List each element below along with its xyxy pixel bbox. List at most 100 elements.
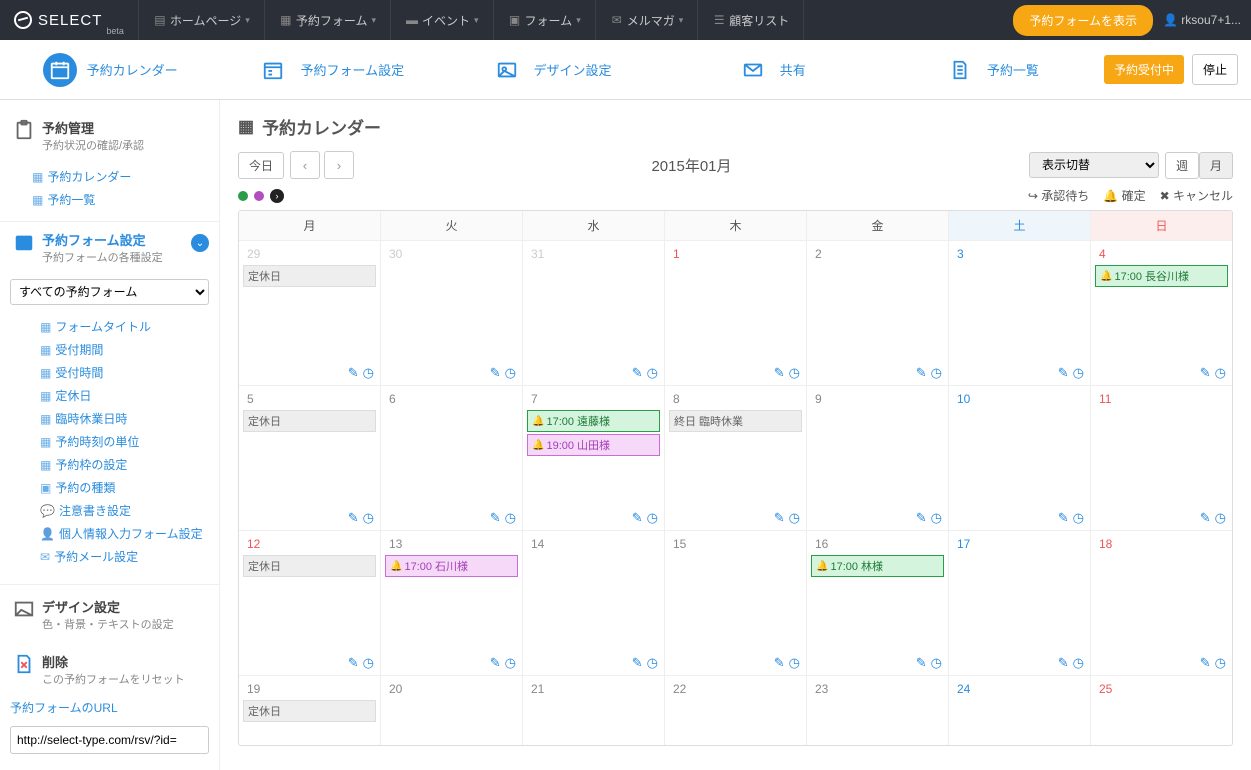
cal-cell[interactable]: 6✎◷ — [381, 385, 523, 530]
week-button[interactable]: 週 — [1165, 152, 1199, 179]
view-select[interactable]: 表示切替 — [1029, 152, 1159, 178]
edit-icon[interactable]: ✎ — [1058, 365, 1069, 381]
clock-icon[interactable]: ◷ — [1073, 510, 1084, 526]
clock-icon[interactable]: ◷ — [931, 365, 942, 381]
clock-icon[interactable]: ◷ — [1215, 655, 1226, 671]
cal-cell[interactable]: 22 — [665, 675, 807, 745]
sidebar-link-calendar[interactable]: ▦予約カレンダー — [32, 165, 207, 188]
edit-icon[interactable]: ✎ — [774, 655, 785, 671]
cal-cell[interactable]: 23 — [807, 675, 949, 745]
clock-icon[interactable]: ◷ — [1073, 655, 1084, 671]
next-button[interactable]: › — [324, 151, 354, 179]
subnav-design[interactable]: デザイン設定 — [440, 40, 660, 99]
event[interactable]: 🔔19:00 山田様 — [527, 434, 660, 456]
nav-mailmag[interactable]: ✉メルマガ▾ — [596, 0, 699, 40]
cal-cell[interactable]: 20 — [381, 675, 523, 745]
subnav-calendar[interactable]: 予約カレンダー — [0, 40, 220, 99]
clock-icon[interactable]: ◷ — [1215, 365, 1226, 381]
edit-icon[interactable]: ✎ — [916, 655, 927, 671]
sidebar-link-mail[interactable]: ✉予約メール設定 — [40, 545, 207, 568]
cal-cell[interactable]: 21 — [523, 675, 665, 745]
collapse-icon[interactable]: ⌄ — [191, 234, 209, 252]
cal-cell[interactable]: 3✎◷ — [949, 240, 1091, 385]
clock-icon[interactable]: ◷ — [931, 655, 942, 671]
cal-cell[interactable]: 25 — [1091, 675, 1232, 745]
edit-icon[interactable]: ✎ — [348, 655, 359, 671]
edit-icon[interactable]: ✎ — [1200, 365, 1211, 381]
prev-button[interactable]: ‹ — [290, 151, 320, 179]
cal-cell[interactable]: 7 🔔17:00 遠藤様 🔔19:00 山田様 ✎◷ — [523, 385, 665, 530]
logo[interactable]: SELECT beta — [0, 0, 139, 40]
stop-button[interactable]: 停止 — [1192, 54, 1238, 85]
sidebar-link-tempclosed[interactable]: ▦臨時休業日時 — [40, 407, 207, 430]
clock-icon[interactable]: ◷ — [647, 510, 658, 526]
sidebar-design[interactable]: デザイン設定 色・背景・テキストの設定 — [0, 584, 219, 640]
event[interactable]: 🔔17:00 石川様 — [385, 555, 518, 577]
show-form-button[interactable]: 予約フォームを表示 — [1013, 5, 1153, 36]
cal-cell[interactable]: 11✎◷ — [1091, 385, 1232, 530]
edit-icon[interactable]: ✎ — [348, 510, 359, 526]
nav-home[interactable]: ▤ホームページ▾ — [139, 0, 265, 40]
nav-forms[interactable]: ▣フォーム▾ — [494, 0, 596, 40]
sidebar-link-time[interactable]: ▦受付時間 — [40, 361, 207, 384]
nav-event[interactable]: ▬イベント▾ — [391, 0, 494, 40]
cal-cell[interactable]: 10✎◷ — [949, 385, 1091, 530]
clock-icon[interactable]: ◷ — [1215, 510, 1226, 526]
event[interactable]: 🔔17:00 長谷川様 — [1095, 265, 1228, 287]
sidebar-link-period[interactable]: ▦受付期間 — [40, 338, 207, 361]
cal-cell[interactable]: 17✎◷ — [949, 530, 1091, 675]
cal-cell[interactable]: 15✎◷ — [665, 530, 807, 675]
subnav-form-settings[interactable]: 予約フォーム設定 — [220, 40, 440, 99]
form-select[interactable]: すべての予約フォーム — [10, 279, 209, 305]
clock-icon[interactable]: ◷ — [363, 365, 374, 381]
edit-icon[interactable]: ✎ — [1058, 655, 1069, 671]
sidebar-link-type[interactable]: ▣予約の種類 — [40, 476, 207, 499]
edit-icon[interactable]: ✎ — [774, 510, 785, 526]
legend-pending[interactable]: ↪ 承認待ち — [1028, 187, 1089, 204]
arrow-icon[interactable]: › — [270, 189, 284, 203]
cal-cell[interactable]: 4 🔔17:00 長谷川様 ✎◷ — [1091, 240, 1232, 385]
cal-cell[interactable]: 12 定休日 ✎◷ — [239, 530, 381, 675]
cal-cell[interactable]: 2✎◷ — [807, 240, 949, 385]
clock-icon[interactable]: ◷ — [789, 365, 800, 381]
clock-icon[interactable]: ◷ — [1073, 365, 1084, 381]
edit-icon[interactable]: ✎ — [490, 655, 501, 671]
clock-icon[interactable]: ◷ — [647, 365, 658, 381]
edit-icon[interactable]: ✎ — [1058, 510, 1069, 526]
sidebar-link-personal[interactable]: 👤個人情報入力フォーム設定 — [40, 522, 207, 545]
edit-icon[interactable]: ✎ — [490, 510, 501, 526]
edit-icon[interactable]: ✎ — [490, 365, 501, 381]
sidebar-delete[interactable]: 削除 この予約フォームをリセット — [0, 640, 219, 695]
event[interactable]: 🔔17:00 遠藤様 — [527, 410, 660, 432]
cal-cell[interactable]: 31✎◷ — [523, 240, 665, 385]
sidebar-link-note[interactable]: 💬注意書き設定 — [40, 499, 207, 522]
cal-cell[interactable]: 30✎◷ — [381, 240, 523, 385]
edit-icon[interactable]: ✎ — [632, 510, 643, 526]
legend-cancel[interactable]: ✖ キャンセル — [1160, 187, 1233, 204]
clock-icon[interactable]: ◷ — [931, 510, 942, 526]
edit-icon[interactable]: ✎ — [774, 365, 785, 381]
clock-icon[interactable]: ◷ — [505, 510, 516, 526]
edit-icon[interactable]: ✎ — [916, 510, 927, 526]
edit-icon[interactable]: ✎ — [348, 365, 359, 381]
clock-icon[interactable]: ◷ — [789, 655, 800, 671]
legend-confirmed[interactable]: 🔔 確定 — [1103, 187, 1145, 204]
cal-cell[interactable]: 16 🔔17:00 林様 ✎◷ — [807, 530, 949, 675]
nav-form[interactable]: ▦予約フォーム▾ — [265, 0, 391, 40]
event[interactable]: 🔔17:00 林様 — [811, 555, 944, 577]
nav-customers[interactable]: ☰顧客リスト — [698, 0, 804, 40]
month-button[interactable]: 月 — [1199, 152, 1233, 179]
accepting-badge[interactable]: 予約受付中 — [1104, 55, 1184, 84]
today-button[interactable]: 今日 — [238, 152, 284, 179]
sidebar-link-title[interactable]: ▦フォームタイトル — [40, 315, 207, 338]
cal-cell[interactable]: 19 定休日 — [239, 675, 381, 745]
cal-cell[interactable]: 24 — [949, 675, 1091, 745]
clock-icon[interactable]: ◷ — [363, 655, 374, 671]
clock-icon[interactable]: ◷ — [789, 510, 800, 526]
url-input[interactable] — [10, 726, 209, 754]
clock-icon[interactable]: ◷ — [647, 655, 658, 671]
cal-cell[interactable]: 29 定休日 ✎◷ — [239, 240, 381, 385]
clock-icon[interactable]: ◷ — [505, 655, 516, 671]
cal-cell[interactable]: 9✎◷ — [807, 385, 949, 530]
subnav-share[interactable]: 共有 — [661, 40, 881, 99]
